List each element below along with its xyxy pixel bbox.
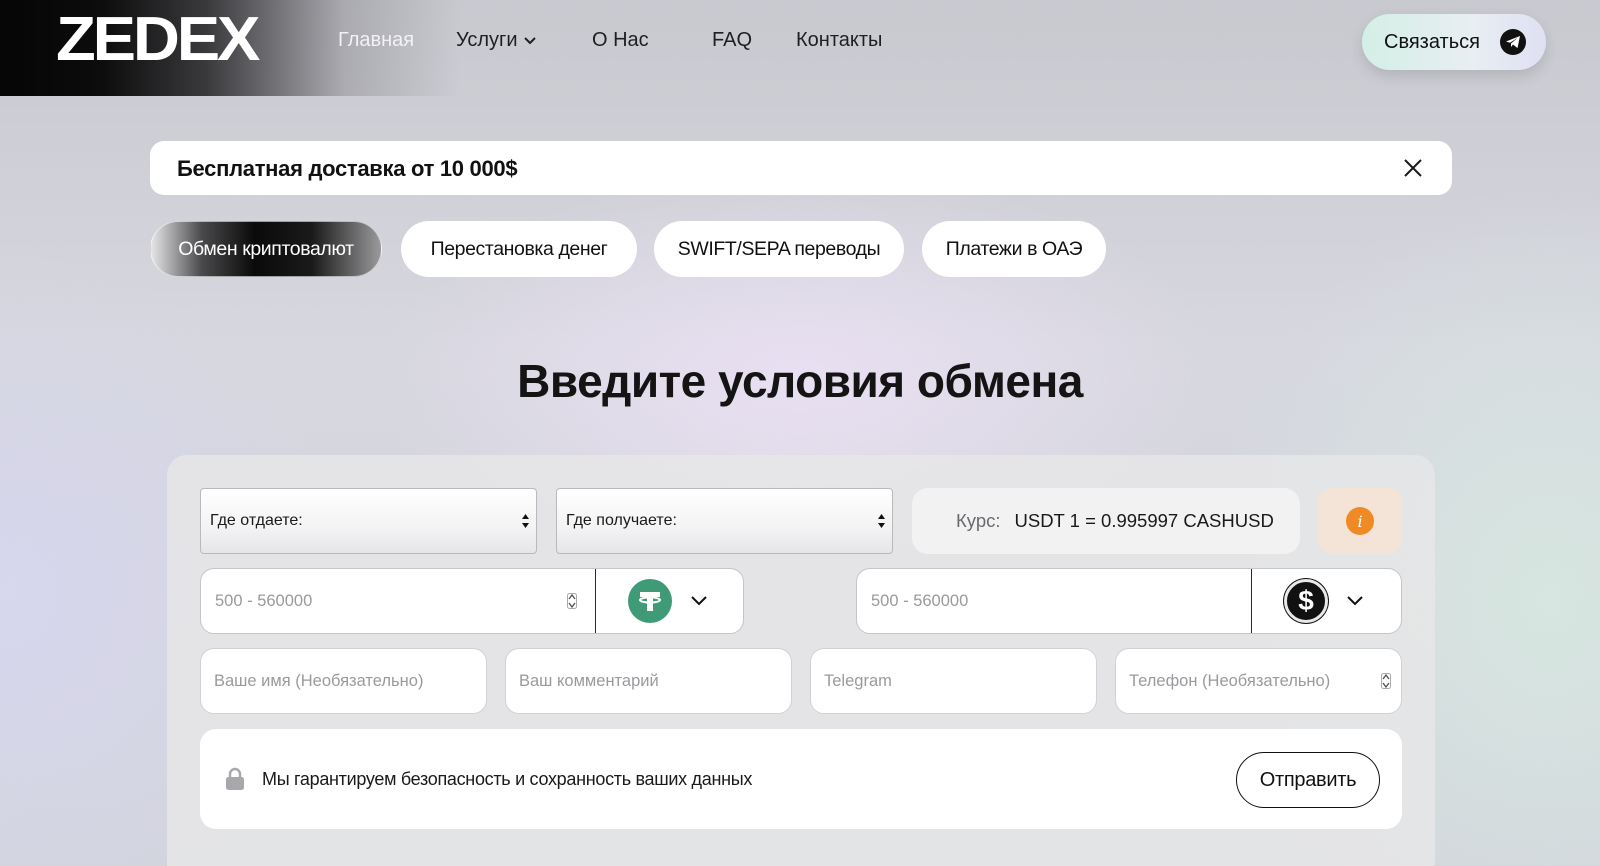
- select-arrows-icon: [522, 514, 529, 528]
- security-bar: Мы гарантируем безопасность и сохранност…: [200, 729, 1402, 829]
- exchange-rate: Курс: USDT 1 = 0.995997 CASHUSD: [912, 488, 1300, 554]
- tab-crypto-exchange[interactable]: Обмен криптовалют: [150, 221, 382, 277]
- receive-location-select[interactable]: Где получаете:: [556, 488, 893, 554]
- chevron-down-icon: [691, 596, 707, 606]
- close-icon[interactable]: [1402, 157, 1424, 179]
- stepper-icon[interactable]: [1381, 673, 1391, 689]
- receive-amount-group: 500 - 560000 $: [856, 568, 1402, 634]
- tab-swift-sepa[interactable]: SWIFT/SEPA переводы: [654, 221, 904, 277]
- nav-services[interactable]: Услуги: [456, 29, 536, 52]
- telegram-field[interactable]: Telegram: [810, 648, 1097, 714]
- tether-icon: [628, 579, 672, 623]
- give-amount-input[interactable]: 500 - 560000: [201, 569, 595, 633]
- receive-amount-input[interactable]: 500 - 560000: [857, 569, 1251, 633]
- chevron-down-icon: [523, 37, 536, 45]
- section-title: Введите условия обмена: [517, 355, 1083, 407]
- rate-value: USDT 1 = 0.995997 CASHUSD: [1014, 510, 1274, 531]
- give-location-select[interactable]: Где отдаете:: [200, 488, 537, 554]
- tab-uae-payments[interactable]: Платежи в ОАЭ: [922, 221, 1106, 277]
- nav-contacts[interactable]: Контакты: [796, 29, 882, 52]
- nav-faq[interactable]: FAQ: [712, 29, 752, 52]
- exchange-form: Где отдаете: Где получаете: Курс: USDT 1…: [167, 455, 1435, 866]
- info-icon: i: [1346, 507, 1374, 535]
- give-currency-select[interactable]: [595, 569, 745, 633]
- submit-button[interactable]: Отправить: [1236, 752, 1380, 808]
- nav-about[interactable]: О Нас: [592, 29, 649, 52]
- promo-banner: Бесплатная доставка от 10 000$: [150, 141, 1452, 195]
- give-amount-group: 500 - 560000: [200, 568, 744, 634]
- nav-services-label: Услуги: [456, 29, 518, 51]
- lock-icon: [226, 767, 244, 790]
- contact-button[interactable]: Связаться: [1362, 14, 1546, 70]
- chevron-down-icon: [1347, 596, 1363, 606]
- phone-field[interactable]: Телефон (Необязательно): [1115, 648, 1402, 714]
- nav-home[interactable]: Главная: [338, 29, 414, 52]
- security-text: Мы гарантируем безопасность и сохранност…: [262, 769, 753, 789]
- comment-field[interactable]: Ваш комментарий: [505, 648, 792, 714]
- stepper-icon[interactable]: [567, 593, 577, 609]
- name-field[interactable]: Ваше имя (Необязательно): [200, 648, 487, 714]
- promo-banner-text: Бесплатная доставка от 10 000$: [177, 156, 518, 181]
- dollar-icon: $: [1284, 579, 1328, 623]
- phone-placeholder: Телефон (Необязательно): [1129, 671, 1331, 690]
- receive-location-label: Где получаете:: [566, 512, 677, 529]
- telegram-icon: [1500, 29, 1526, 55]
- give-location-label: Где отдаете:: [210, 512, 303, 529]
- rate-label: Курс:: [956, 510, 1001, 531]
- tab-money-transfer[interactable]: Перестановка денег: [401, 221, 637, 277]
- select-arrows-icon: [878, 514, 885, 528]
- logo[interactable]: ZEDEX: [56, 4, 260, 75]
- contact-button-label: Связаться: [1384, 30, 1480, 53]
- info-button[interactable]: i: [1318, 488, 1402, 554]
- site-header: ZEDEX Главная Услуги О Нас FAQ Контакты …: [0, 0, 1600, 96]
- receive-currency-select[interactable]: $: [1251, 569, 1401, 633]
